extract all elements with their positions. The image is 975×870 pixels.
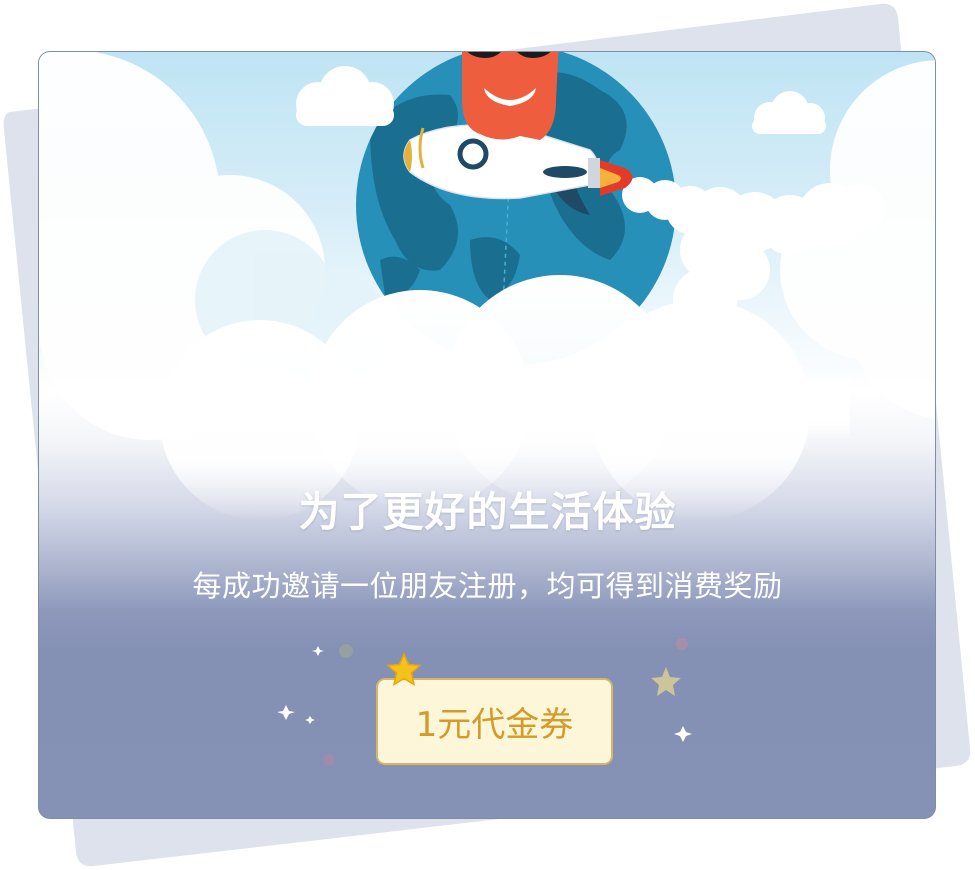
- coupon-label: 1元代金券: [415, 705, 574, 745]
- star-icon: [386, 652, 422, 687]
- cloud-small-right: [752, 91, 826, 134]
- cloud-small-left: [296, 66, 394, 126]
- subline: 每成功邀请一位朋友注册，均可得到消费奖励: [192, 569, 783, 603]
- mascot-icon: [461, 52, 561, 140]
- coupon-button[interactable]: 1元代金券: [376, 678, 613, 765]
- headline: 为了更好的生活体验: [298, 488, 677, 536]
